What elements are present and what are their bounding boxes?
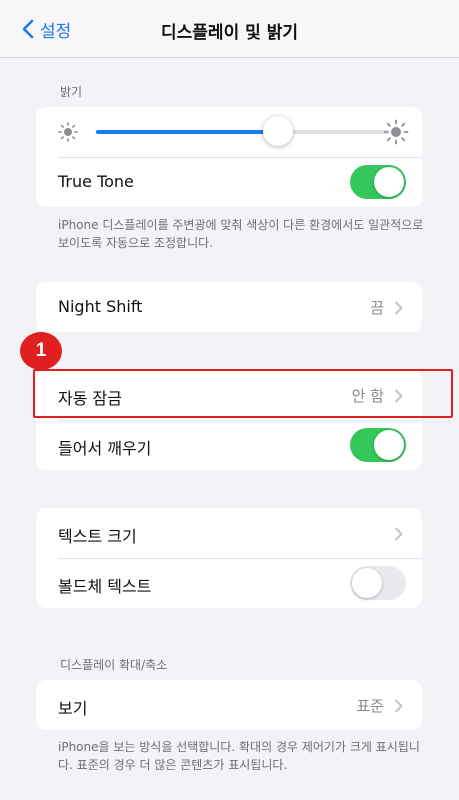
bold-text-toggle[interactable] bbox=[350, 566, 406, 600]
night-shift-row[interactable]: Night Shift 끔 bbox=[36, 282, 422, 332]
zoom-footer: iPhone을 보는 방식을 선택합니다. 확대의 경우 제어기가 크게 표시됩… bbox=[58, 740, 420, 772]
raise-to-wake-row[interactable]: 들어서 깨우기 bbox=[36, 420, 422, 470]
view-value: 표준 bbox=[356, 697, 384, 715]
bold-text-row[interactable]: 볼드체 텍스트 bbox=[36, 558, 422, 608]
toggle-knob bbox=[374, 430, 404, 460]
display-brightness-screen: 설정 디스플레이 및 밝기 밝기 True Tone iPhone 디스플레이를… bbox=[0, 0, 459, 800]
brightness-slider-fill bbox=[96, 130, 279, 134]
view-row[interactable]: 보기 표준 bbox=[36, 680, 422, 730]
chevron-right-icon bbox=[394, 300, 404, 315]
text-size-row[interactable]: 텍스트 크기 bbox=[36, 508, 422, 558]
raise-to-wake-toggle[interactable] bbox=[350, 428, 406, 462]
view-label: 보기 bbox=[58, 699, 88, 718]
true-tone-toggle[interactable] bbox=[350, 165, 406, 199]
sun-small-icon bbox=[56, 120, 80, 148]
raise-to-wake-label: 들어서 깨우기 bbox=[58, 439, 152, 458]
toggle-knob bbox=[374, 167, 404, 197]
toggle-knob bbox=[352, 568, 382, 598]
brightness-card: True Tone bbox=[36, 107, 422, 207]
text-size-label: 텍스트 크기 bbox=[58, 527, 137, 546]
step-number-badge: 1 bbox=[20, 332, 62, 370]
brightness-footer: iPhone 디스플레이를 주변광에 맞춰 색상이 다른 환경에서도 일관적으로… bbox=[58, 218, 424, 250]
bold-text-label: 볼드체 텍스트 bbox=[58, 577, 152, 596]
auto-lock-highlight-box bbox=[33, 369, 453, 418]
zoom-section-header: 디스플레이 확대/축소 bbox=[60, 658, 168, 672]
brightness-slider-row bbox=[36, 107, 422, 157]
brightness-slider[interactable] bbox=[96, 116, 390, 146]
navigation-bar: 설정 디스플레이 및 밝기 bbox=[0, 0, 459, 58]
night-shift-value: 끔 bbox=[370, 299, 384, 317]
night-shift-label: Night Shift bbox=[58, 297, 143, 316]
zoom-card: 보기 표준 bbox=[36, 680, 422, 730]
brightness-slider-thumb[interactable] bbox=[263, 116, 294, 146]
chevron-right-icon bbox=[394, 698, 404, 713]
brightness-section-header: 밝기 bbox=[60, 85, 83, 99]
true-tone-label: True Tone bbox=[58, 172, 134, 191]
text-card: 텍스트 크기 볼드체 텍스트 bbox=[36, 508, 422, 608]
true-tone-row[interactable]: True Tone bbox=[36, 157, 422, 207]
night-shift-card: Night Shift 끔 bbox=[36, 282, 422, 332]
sun-large-icon bbox=[382, 118, 410, 150]
chevron-right-icon bbox=[394, 526, 404, 541]
page-title: 디스플레이 및 밝기 bbox=[161, 23, 298, 43]
